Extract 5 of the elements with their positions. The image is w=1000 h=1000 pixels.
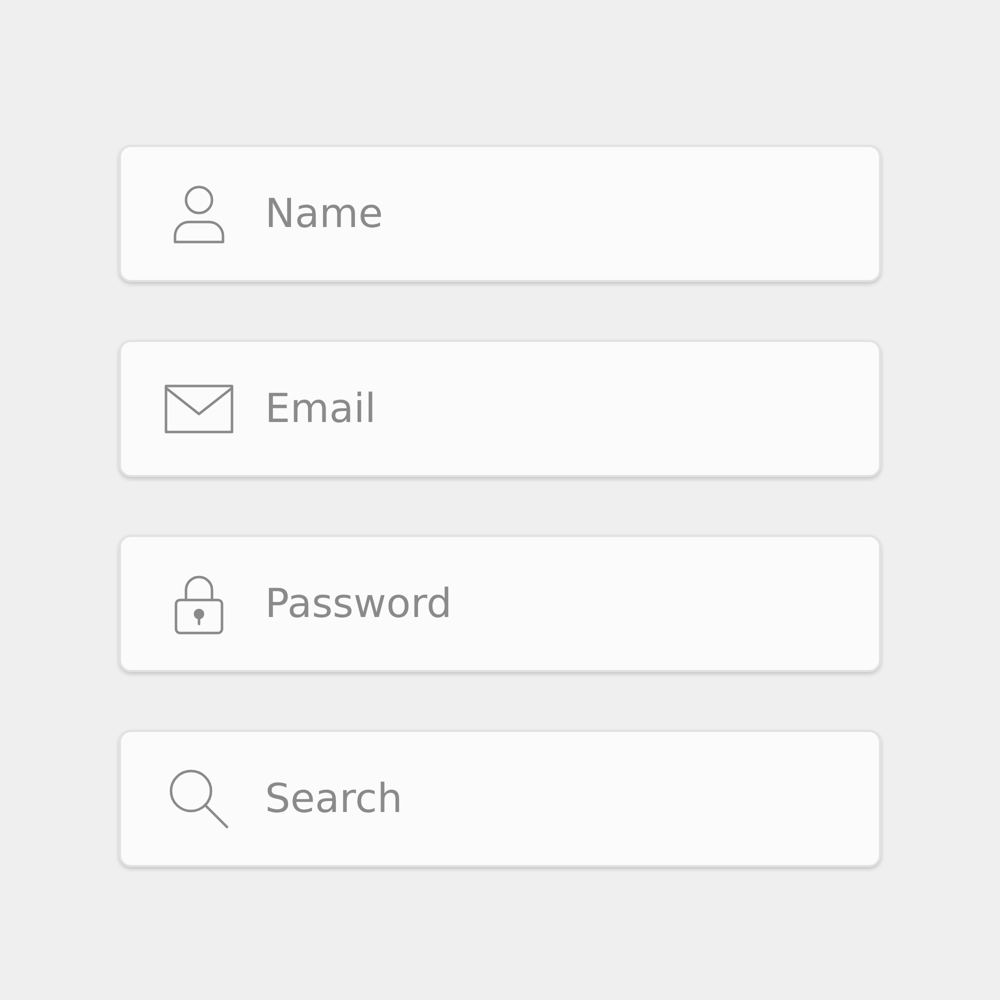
input-field[interactable]: Name bbox=[119, 145, 881, 282]
envelope-icon bbox=[164, 384, 234, 434]
input-field[interactable]: Search bbox=[119, 730, 881, 867]
input-field[interactable]: Email bbox=[119, 340, 881, 477]
input-field[interactable]: Password bbox=[119, 535, 881, 672]
